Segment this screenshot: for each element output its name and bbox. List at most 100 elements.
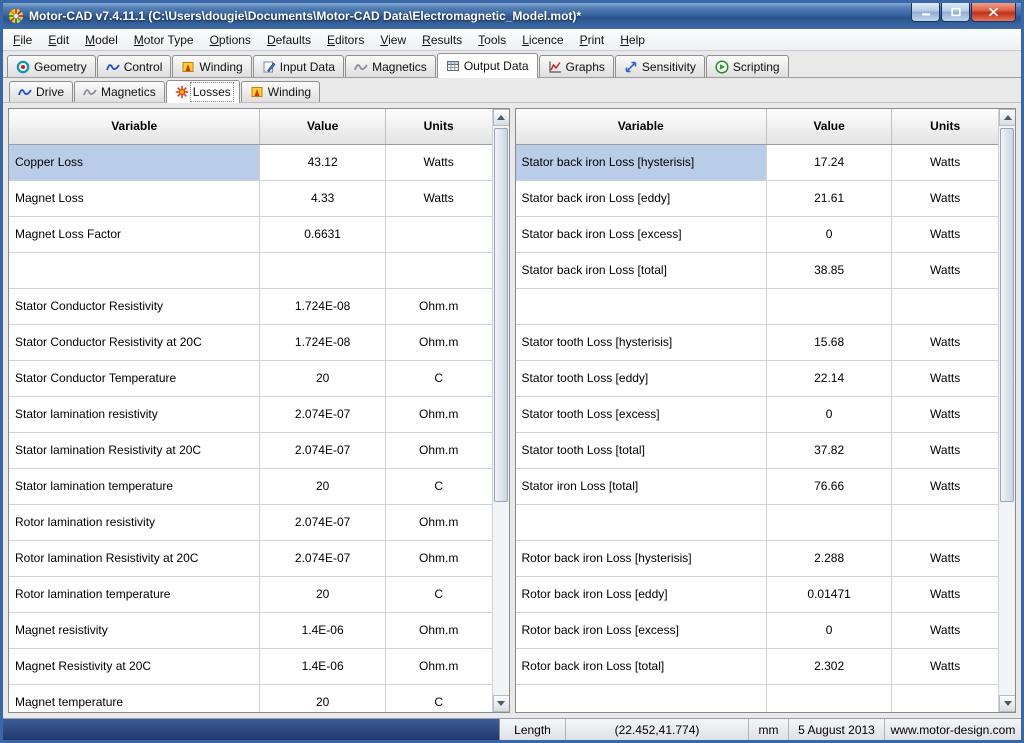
maximize-button[interactable] [941,3,970,22]
table-row[interactable]: Copper Loss43.12Watts [9,144,492,180]
table-row[interactable]: Stator lamination resistivity2.074E-07Oh… [9,396,492,432]
right-table-body: Stator back iron Loss [hysterisis]17.24W… [516,144,999,712]
table-row[interactable]: Magnet Resistivity at 20C1.4E-06Ohm.m [9,648,492,684]
units-cell: Watts [892,216,998,252]
tab-sensitivity[interactable]: Sensitivity [615,55,705,77]
table-row[interactable]: Rotor lamination resistivity2.074E-07Ohm… [9,504,492,540]
table-row[interactable] [516,504,999,540]
close-button[interactable] [971,3,1016,22]
subtab-losses[interactable]: Losses [166,80,240,103]
table-row[interactable]: Stator lamination Resistivity at 20C2.07… [9,432,492,468]
units-cell: Ohm.m [385,612,491,648]
scroll-up-button[interactable] [999,109,1016,126]
table-row[interactable]: Stator back iron Loss [hysterisis]17.24W… [516,144,999,180]
sub-tab-bar: DriveMagnetics Losses Winding [3,78,1021,103]
subtab-drive[interactable]: Drive [9,81,73,102]
subtab-magnetics[interactable]: Magnetics [74,81,165,102]
value-cell: 1.4E-06 [260,648,385,684]
tab-scripting[interactable]: Scripting [706,55,789,77]
subtab-winding[interactable]: Winding [241,81,320,102]
menu-view[interactable]: View [372,30,414,50]
scrollbar-thumb[interactable] [494,128,508,502]
units-cell: Watts [385,144,491,180]
tab-magnetics[interactable]: Magnetics [345,55,436,77]
units-cell: Watts [892,576,998,612]
table-row[interactable]: Stator lamination temperature20C [9,468,492,504]
scroll-up-button[interactable] [493,109,510,126]
table-row[interactable]: Rotor back iron Loss [hysterisis]2.288Wa… [516,540,999,576]
menu-licence[interactable]: Licence [514,30,571,50]
table-row[interactable]: Stator tooth Loss [hysterisis]15.68Watts [516,324,999,360]
table-row[interactable]: Stator Conductor Temperature20C [9,360,492,396]
table-row[interactable]: Stator Conductor Resistivity1.724E-08Ohm… [9,288,492,324]
subtab-label: Winding [268,85,311,99]
tab-graphs[interactable]: Graphs [539,55,614,77]
table-row[interactable]: Stator tooth Loss [total]37.82Watts [516,432,999,468]
window-title: Motor-CAD v7.4.11.1 (C:\Users\dougie\Doc… [29,9,581,23]
menu-defaults[interactable]: Defaults [259,30,319,50]
table-row[interactable]: Stator back iron Loss [eddy]21.61Watts [516,180,999,216]
table-row[interactable] [516,684,999,712]
magnetics-wave-icon [354,60,368,74]
table-row[interactable]: Stator back iron Loss [excess]0Watts [516,216,999,252]
tab-control[interactable]: Control [97,55,172,77]
value-cell [766,504,891,540]
status-date: 5 August 2013 [789,719,885,740]
variable-cell: Copper Loss [9,144,260,180]
value-cell: 2.302 [766,648,891,684]
subtab-label: Losses [193,85,231,99]
menu-file[interactable]: File [5,30,40,50]
right-vertical-scrollbar[interactable] [998,109,1015,712]
left-vertical-scrollbar[interactable] [492,109,509,712]
value-cell: 37.82 [766,432,891,468]
table-row[interactable]: Magnet Loss Factor0.6631 [9,216,492,252]
menu-results[interactable]: Results [414,30,470,50]
menu-print[interactable]: Print [572,30,613,50]
right-table-wrap: VariableValueUnits Stator back iron Loss… [516,109,999,712]
table-row[interactable]: Stator tooth Loss [eddy]22.14Watts [516,360,999,396]
table-row[interactable]: Rotor back iron Loss [total]2.302Watts [516,648,999,684]
variable-cell: Stator lamination resistivity [9,396,260,432]
tab-winding[interactable]: Winding [172,55,251,77]
table-row[interactable]: Magnet resistivity1.4E-06Ohm.m [9,612,492,648]
table-row[interactable]: Magnet temperature20C [9,684,492,712]
table-row[interactable]: Stator tooth Loss [excess]0Watts [516,396,999,432]
variable-cell: Magnet Loss Factor [9,216,260,252]
value-cell: 20 [260,360,385,396]
table-row[interactable]: Stator Conductor Resistivity at 20C1.724… [9,324,492,360]
menu-motor-type[interactable]: Motor Type [126,30,202,50]
status-bar: Length (22.452,41.774) mm 5 August 2013 … [3,718,1021,740]
menu-model[interactable]: Model [77,30,126,50]
menu-edit[interactable]: Edit [40,30,77,50]
graphs-icon [548,60,562,74]
menu-options[interactable]: Options [202,30,259,50]
table-row[interactable]: Stator back iron Loss [total]38.85Watts [516,252,999,288]
table-row[interactable] [9,252,492,288]
units-cell: C [385,360,491,396]
status-gauge [3,719,500,740]
tab-label: Magnetics [372,60,427,74]
units-cell: Watts [892,540,998,576]
menu-editors[interactable]: Editors [319,30,372,50]
units-cell: Watts [385,180,491,216]
tab-geometry[interactable]: Geometry [7,55,96,77]
scrollbar-thumb[interactable] [1000,128,1014,502]
value-cell: 0 [766,216,891,252]
table-row[interactable]: Rotor back iron Loss [excess]0Watts [516,612,999,648]
table-row[interactable]: Stator iron Loss [total]76.66Watts [516,468,999,504]
table-row[interactable]: Rotor back iron Loss [eddy]0.01471Watts [516,576,999,612]
tab-output-data[interactable]: Output Data [437,53,538,78]
table-row[interactable] [516,288,999,324]
table-row[interactable]: Rotor lamination Resistivity at 20C2.074… [9,540,492,576]
value-cell: 43.12 [260,144,385,180]
minimize-button[interactable] [911,3,940,22]
menu-tools[interactable]: Tools [470,30,514,50]
menu-help[interactable]: Help [612,30,653,50]
scroll-down-button[interactable] [493,695,510,712]
table-row[interactable]: Rotor lamination temperature20C [9,576,492,612]
variable-cell: Magnet Loss [9,180,260,216]
tab-input-data[interactable]: Input Data [253,55,344,77]
title-bar[interactable]: Motor-CAD v7.4.11.1 (C:\Users\dougie\Doc… [3,3,1021,29]
table-row[interactable]: Magnet Loss4.33Watts [9,180,492,216]
scroll-down-button[interactable] [999,695,1016,712]
